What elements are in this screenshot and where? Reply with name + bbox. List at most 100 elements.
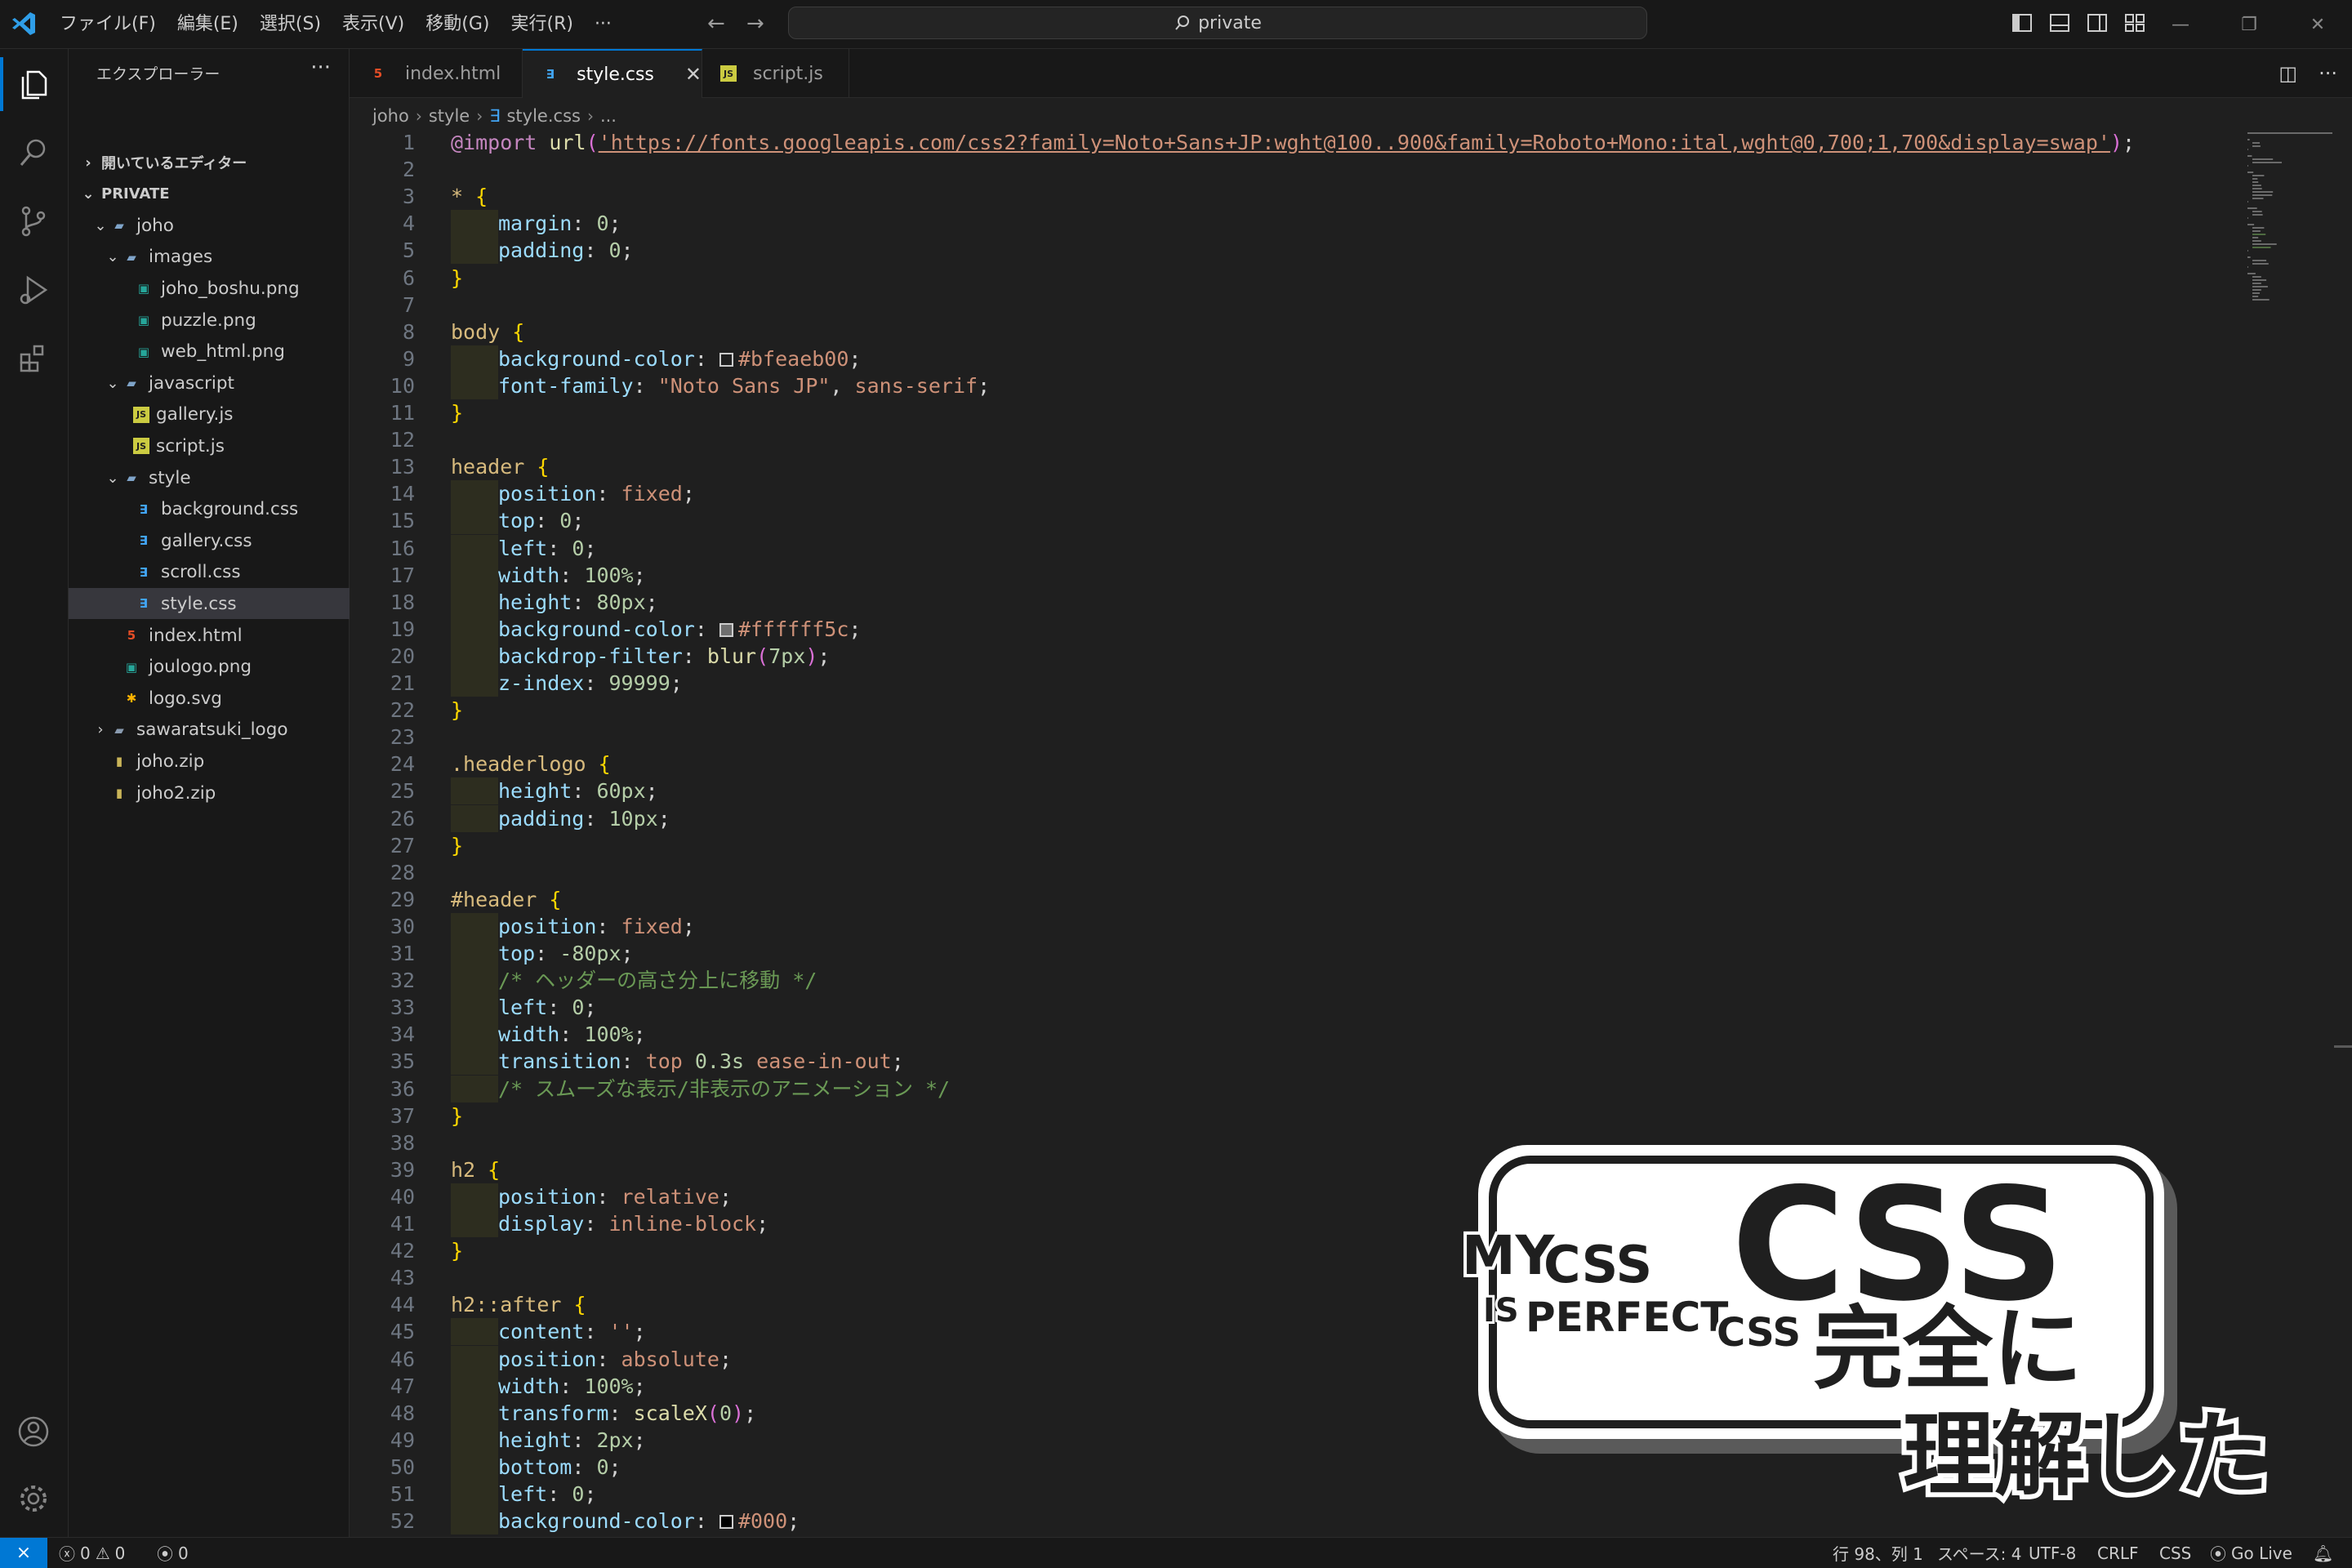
open-editors-section[interactable]: › 開いているエディター	[69, 147, 350, 178]
menu-view[interactable]: 表示(V)	[332, 0, 415, 49]
code-line[interactable]: 31 top: -80px;	[350, 940, 2244, 967]
tree-item[interactable]: ▣ puzzle.png	[69, 305, 350, 336]
code-line[interactable]: 23	[350, 724, 2244, 751]
code-line[interactable]: 28	[350, 859, 2244, 886]
code-line[interactable]: 15 top: 0;	[350, 507, 2244, 535]
accounts-icon[interactable]	[15, 1413, 52, 1450]
remote-indicator-icon[interactable]: ⨯	[0, 1538, 47, 1568]
code-line[interactable]: 36 /* スムーズな表示/非表示のアニメーション */	[350, 1075, 2244, 1102]
chevron-down-icon[interactable]: ⌄	[105, 470, 121, 487]
tab-index-html[interactable]: 5 index.html	[350, 49, 523, 98]
close-icon[interactable]: ✕	[2283, 0, 2352, 49]
tree-item[interactable]: ▮ joho2.zip	[69, 777, 350, 808]
encoding[interactable]: UTF-8	[2029, 1538, 2076, 1568]
menu-run[interactable]: 実行(R)	[500, 0, 583, 49]
tree-item[interactable]: ⌄ ▰ style	[69, 462, 350, 493]
code-line[interactable]: 7	[350, 292, 2244, 318]
code-line[interactable]: 2	[350, 156, 2244, 183]
code-line[interactable]: 35 transition: top 0.3s ease-in-out;	[350, 1048, 2244, 1076]
tree-item[interactable]: ⌄ ▰ joho	[69, 210, 350, 241]
customize-layout-icon[interactable]	[2123, 11, 2146, 34]
chevron-down-icon[interactable]: ⌄	[105, 248, 121, 265]
tree-item[interactable]: ✱ logo.svg	[69, 683, 350, 714]
tree-item[interactable]: › ▰ sawaratsuki_logo	[69, 715, 350, 746]
menu-more[interactable]: ···	[584, 0, 622, 49]
code-line[interactable]: 13 header {	[350, 453, 2244, 480]
color-swatch[interactable]	[719, 1515, 733, 1530]
code-line[interactable]: 33 left: 0;	[350, 994, 2244, 1022]
code-line[interactable]: 5 padding: 0;	[350, 237, 2244, 265]
tree-item[interactable]: ∃ scroll.css	[69, 557, 350, 588]
code-line[interactable]: 20 backdrop-filter: blur(7px);	[350, 642, 2244, 670]
workspace-root-section[interactable]: ⌄ PRIVATE	[69, 179, 350, 210]
code-line[interactable]: 16 left: 0;	[350, 534, 2244, 562]
tree-item[interactable]: ∃ background.css	[69, 494, 350, 525]
back-arrow-icon[interactable]: ←	[707, 11, 725, 36]
chevron-down-icon[interactable]: ⌄	[105, 375, 121, 392]
toggle-panel-icon[interactable]	[2048, 11, 2071, 34]
go-live-button[interactable]: ⦿ Go Live	[2210, 1538, 2292, 1568]
chevron-down-icon[interactable]: ⌄	[80, 185, 96, 203]
chevron-down-icon[interactable]: ⌄	[92, 217, 109, 234]
code-line[interactable]: 29 #header {	[350, 886, 2244, 913]
code-line[interactable]: 22}	[350, 697, 2244, 724]
code-line[interactable]: 11}	[350, 399, 2244, 426]
line-ending[interactable]: CRLF	[2097, 1538, 2139, 1568]
code-line[interactable]: 32 /* ヘッダーの高さ分上に移動 */	[350, 967, 2244, 995]
code-line[interactable]: 18 height: 80px;	[350, 588, 2244, 616]
source-control-icon[interactable]	[15, 203, 52, 240]
indentation[interactable]: スペース: 4	[1937, 1538, 2021, 1568]
tree-item[interactable]: ▮ joho.zip	[69, 746, 350, 777]
menu-edit[interactable]: 編集(E)	[167, 0, 249, 49]
code-line[interactable]: 24 .headerlogo {	[350, 751, 2244, 777]
problems-indicator[interactable]: ⓧ 0 ⚠ 0	[59, 1538, 125, 1568]
breadcrumb-item[interactable]: joho	[372, 106, 409, 126]
code-line[interactable]: 19 background-color: #ffffff5c;	[350, 615, 2244, 643]
code-line[interactable]: 30 position: fixed;	[350, 912, 2244, 940]
ports-indicator[interactable]: ⦿ 0	[157, 1538, 189, 1568]
code-line[interactable]: 9 background-color: #bfeaeb00;	[350, 345, 2244, 372]
split-editor-icon[interactable]: ◫	[2278, 62, 2297, 85]
code-line[interactable]: 21 z-index: 99999;	[350, 670, 2244, 697]
code-line[interactable]: 3 * {	[350, 183, 2244, 210]
code-line[interactable]: 37}	[350, 1102, 2244, 1129]
command-center-search[interactable]: private	[788, 7, 1647, 39]
tree-item[interactable]: ▣ joho_boshu.png	[69, 273, 350, 304]
tree-item[interactable]: ∃ gallery.css	[69, 525, 350, 556]
run-debug-icon[interactable]	[15, 271, 52, 309]
code-line[interactable]: 4 margin: 0;	[350, 210, 2244, 238]
code-line[interactable]: 25 height: 60px;	[350, 777, 2244, 805]
scrollbar-marker[interactable]	[2334, 1045, 2352, 1048]
tree-item[interactable]: ▣ web_html.png	[69, 336, 350, 368]
menu-selection[interactable]: 選択(S)	[249, 0, 332, 49]
forward-arrow-icon[interactable]: →	[746, 11, 764, 36]
tree-item[interactable]: JS gallery.js	[69, 399, 350, 430]
tree-item[interactable]: ⌄ ▰ javascript	[69, 368, 350, 399]
color-swatch[interactable]	[719, 622, 733, 637]
code-line[interactable]: 1 @import url('https://fonts.googleapis.c…	[350, 129, 2244, 156]
tree-item[interactable]: ⌄ ▰ images	[69, 242, 350, 273]
tree-item[interactable]: 5 index.html	[69, 620, 350, 651]
code-line[interactable]: 26 padding: 10px;	[350, 804, 2244, 832]
tree-item[interactable]: ∃ style.css	[69, 588, 350, 620]
code-line[interactable]: 6}	[350, 265, 2244, 292]
minimize-icon[interactable]: —	[2146, 0, 2215, 49]
chevron-right-icon[interactable]: ›	[92, 721, 109, 738]
bell-icon[interactable]: 🔔︎	[2313, 1538, 2333, 1568]
minimap[interactable]	[2244, 129, 2334, 309]
restore-icon[interactable]: ❐	[2215, 0, 2283, 49]
toggle-secondary-sidebar-icon[interactable]	[2086, 11, 2109, 34]
menu-file[interactable]: ファイル(F)	[49, 0, 167, 49]
code-line[interactable]: 10 font-family: "Noto Sans JP", sans-seri…	[350, 372, 2244, 399]
breadcrumb-item[interactable]: style	[429, 106, 470, 126]
search-view-icon[interactable]	[15, 134, 52, 172]
menu-go[interactable]: 移動(G)	[415, 0, 500, 49]
code-line[interactable]: 27}	[350, 832, 2244, 859]
code-line[interactable]: 17 width: 100%;	[350, 561, 2244, 589]
language-mode[interactable]: CSS	[2159, 1538, 2191, 1568]
color-swatch[interactable]	[719, 352, 733, 367]
tab-style-css[interactable]: ∃ style.css ✕	[523, 49, 702, 98]
code-line[interactable]: 12	[350, 426, 2244, 453]
tab-script-js[interactable]: JS script.js	[702, 49, 849, 98]
toggle-primary-sidebar-icon[interactable]	[2011, 11, 2034, 34]
